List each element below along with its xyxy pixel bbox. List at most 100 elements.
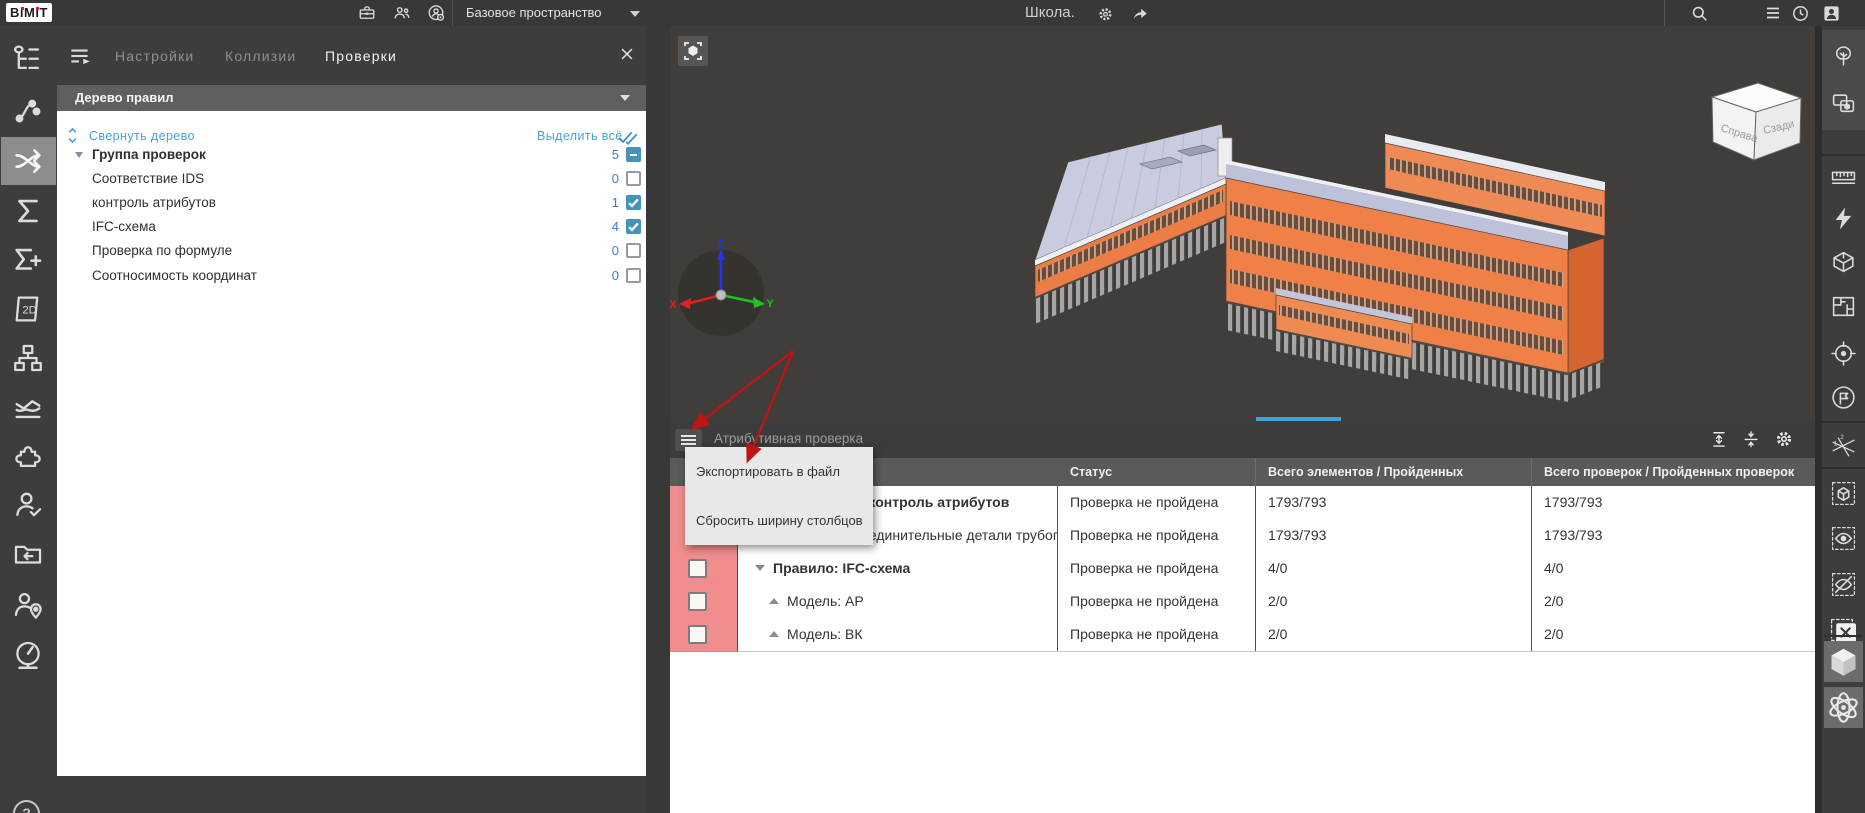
navigation-cube[interactable]: Справа Сзади xyxy=(1700,78,1810,166)
collapse-tree-icon[interactable] xyxy=(65,127,80,144)
viewport-3d[interactable]: Z Y X Справа Сзади xyxy=(670,26,1815,421)
ruler-icon[interactable] xyxy=(1830,163,1857,190)
settings-gear-icon[interactable] xyxy=(1096,4,1116,22)
chevron-up-icon[interactable] xyxy=(769,631,779,637)
checkbox-indeterminate[interactable] xyxy=(626,147,641,162)
tree-row-group[interactable]: Группа проверок 5 xyxy=(57,143,646,167)
axis-gizmo[interactable]: Z Y X xyxy=(664,236,778,350)
fit-height-icon[interactable] xyxy=(1709,429,1729,449)
chevron-up-icon[interactable] xyxy=(769,598,779,604)
table-row[interactable]: Правило: IFC-схема Проверка не пройдена … xyxy=(670,552,1815,586)
solid-view-cell[interactable] xyxy=(1824,641,1863,682)
collapse-tree-link[interactable]: Свернуть дерево xyxy=(89,129,195,143)
bottom-tab-indicator xyxy=(1256,417,1341,421)
checkbox-checked[interactable] xyxy=(626,195,641,210)
panel-menu-icon[interactable] xyxy=(67,43,93,69)
row-name: Модель: ВК xyxy=(787,626,863,642)
focus-model-button[interactable] xyxy=(678,36,708,66)
row-checkbox[interactable] xyxy=(688,559,707,578)
tree-row-ifc[interactable]: IFC-схема 4 xyxy=(57,215,646,239)
app-logo[interactable]: BıMıT xyxy=(6,3,52,22)
account-icon[interactable] xyxy=(1822,4,1842,22)
axis-y-label: Y xyxy=(766,298,774,310)
row-elements: 1793/793 xyxy=(1256,486,1532,519)
flags-icon[interactable] xyxy=(1830,384,1857,411)
help-button[interactable]: ? xyxy=(13,800,40,813)
charts-icon[interactable] xyxy=(11,390,45,424)
user-location-icon[interactable] xyxy=(11,588,45,622)
user-shield-icon[interactable] xyxy=(426,4,446,22)
sum-icon[interactable] xyxy=(11,194,45,228)
tab-settings[interactable]: Настройки xyxy=(115,45,194,67)
share-forward-icon[interactable] xyxy=(1130,4,1150,22)
checkbox-checked[interactable] xyxy=(626,219,641,234)
tab-checks[interactable]: Проверки xyxy=(325,45,397,67)
briefcase-icon[interactable] xyxy=(357,4,377,22)
table-settings-icon[interactable] xyxy=(1773,428,1795,450)
svg-text:1: 1 xyxy=(1834,440,1838,447)
close-icon[interactable] xyxy=(618,45,636,63)
table-row[interactable]: Модель: ВК Проверка не пройдена 2/0 2/0 xyxy=(670,618,1815,652)
floor-plan-icon[interactable] xyxy=(1830,293,1857,320)
panel-splitter[interactable] xyxy=(646,26,670,813)
tab-collisions[interactable]: Коллизии xyxy=(225,45,296,67)
row-select-cell[interactable] xyxy=(670,585,738,619)
dependencies-icon[interactable] xyxy=(11,93,45,127)
tree-row-ids[interactable]: Соответствие IDS 0 xyxy=(57,167,646,191)
menu-item-reset-columns[interactable]: Сбросить ширину столбцов xyxy=(685,496,873,545)
checkbox-unchecked[interactable] xyxy=(626,268,641,283)
tree-row-label: IFC-схема xyxy=(92,215,156,239)
chevron-down-icon[interactable] xyxy=(630,11,640,17)
chevron-down-icon[interactable] xyxy=(75,152,83,158)
table-row[interactable]: Модель: АР Проверка не пройдена 2/0 2/0 xyxy=(670,585,1815,619)
selection-hide-icon[interactable] xyxy=(1830,571,1857,598)
row-status: Проверка не пройдена xyxy=(1058,585,1256,618)
left-toolbar: 2D ? xyxy=(0,26,58,813)
structure-tree-icon[interactable] xyxy=(11,41,45,75)
toolbar-divider xyxy=(1824,635,1863,637)
checkbox-unchecked[interactable] xyxy=(626,171,641,186)
tree-panel-titlebar[interactable]: Дерево правил xyxy=(57,85,646,111)
tree-row-coords[interactable]: Соотносимость координат 0 xyxy=(57,264,646,288)
chevron-down-icon[interactable] xyxy=(755,565,765,571)
selection-box-icon[interactable] xyxy=(1830,480,1857,507)
header-checks-col[interactable]: Всего проверок / Пройденных проверок xyxy=(1532,458,1815,486)
fit-columns-icon[interactable] xyxy=(1741,429,1761,449)
orbit-view-cell[interactable] xyxy=(1824,687,1863,728)
2d-view-icon[interactable]: 2D xyxy=(11,292,45,326)
row-select-cell[interactable] xyxy=(670,552,738,586)
row-elements: 2/0 xyxy=(1256,618,1532,651)
clash-shuffle-icon[interactable] xyxy=(11,144,45,178)
plugins-icon[interactable] xyxy=(11,439,45,473)
team-icon[interactable] xyxy=(391,4,411,22)
list-icon[interactable] xyxy=(1764,4,1784,22)
select-all-link[interactable]: Выделить всё xyxy=(537,129,623,143)
menu-item-export[interactable]: Экспортировать в файл xyxy=(685,447,873,496)
tree-row-label: Группа проверок xyxy=(92,143,206,167)
app-window: BıMıT Базовое пространство Школа. xyxy=(0,0,1865,813)
axes-cross-icon[interactable]: 12 xyxy=(1830,433,1857,460)
row-checkbox[interactable] xyxy=(688,625,707,644)
row-checkbox[interactable] xyxy=(688,592,707,611)
row-elements: 2/0 xyxy=(1256,585,1532,618)
export-folder-icon[interactable] xyxy=(11,537,45,571)
workspace-selector[interactable]: Базовое пространство xyxy=(466,0,602,26)
scheme-icon[interactable] xyxy=(11,341,45,375)
header-status-col[interactable]: Статус xyxy=(1058,458,1256,486)
row-select-cell[interactable] xyxy=(670,618,738,652)
section-box-icon[interactable] xyxy=(1830,248,1857,275)
locate-icon[interactable] xyxy=(1830,340,1857,367)
tree-row-formula[interactable]: Проверка по формуле 0 xyxy=(57,239,646,263)
user-check-icon[interactable] xyxy=(11,488,45,522)
history-icon[interactable] xyxy=(1791,4,1811,22)
dashboard-gauge-icon[interactable] xyxy=(11,638,45,672)
context-menu: Экспортировать в файл Сбросить ширину ст… xyxy=(685,447,873,545)
tree-row-attributes[interactable]: контроль атрибутов 1 xyxy=(57,191,646,215)
checkbox-unchecked[interactable] xyxy=(626,243,641,258)
scene-tree-icon[interactable] xyxy=(1830,43,1857,70)
quick-actions-icon[interactable] xyxy=(1830,205,1857,232)
isolate-selection-icon[interactable] xyxy=(1830,90,1857,117)
selection-show-icon[interactable] xyxy=(1830,525,1857,552)
search-icon[interactable] xyxy=(1690,4,1710,22)
sum-add-icon[interactable] xyxy=(11,243,45,277)
